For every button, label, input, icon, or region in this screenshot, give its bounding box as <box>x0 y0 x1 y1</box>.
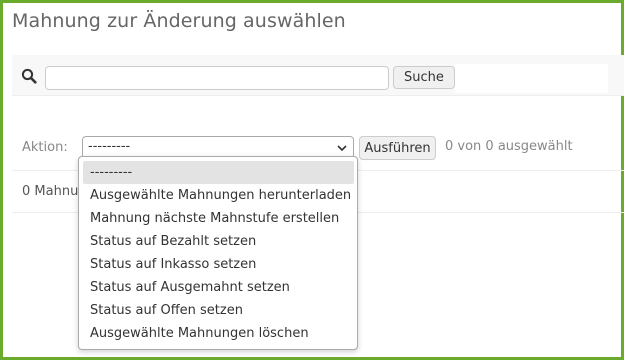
action-select-value: --------- <box>88 139 131 154</box>
action-label: Aktion: <box>22 140 68 155</box>
dropdown-option-delete[interactable]: Ausgewählte Mahnungen löschen <box>83 322 354 345</box>
search-icon <box>21 68 37 84</box>
search-toolbar: Suche <box>12 55 624 96</box>
dropdown-option-status-paid[interactable]: Status auf Bezahlt setzen <box>83 230 354 253</box>
search-input[interactable] <box>45 66 389 90</box>
toolbar-spacer <box>455 64 608 93</box>
page-title: Mahnung zur Änderung auswählen <box>12 10 346 32</box>
dropdown-option-next-level[interactable]: Mahnung nächste Mahnstufe erstellen <box>83 207 354 230</box>
dropdown-option-status-dunned[interactable]: Status auf Ausgemahnt setzen <box>83 276 354 299</box>
action-dropdown-list: --------- Ausgewählte Mahnungen herunter… <box>83 161 354 345</box>
dropdown-option-status-collection[interactable]: Status auf Inkasso setzen <box>83 253 354 276</box>
search-button[interactable]: Suche <box>393 66 455 89</box>
action-dropdown: --------- Ausgewählte Mahnungen herunter… <box>78 156 358 350</box>
search-bar: Suche <box>12 59 608 93</box>
dropdown-option-status-open[interactable]: Status auf Offen setzen <box>83 299 354 322</box>
dropdown-option-empty[interactable]: --------- <box>83 161 354 184</box>
dropdown-option-download[interactable]: Ausgewählte Mahnungen herunterladen <box>83 184 354 207</box>
run-action-button[interactable]: Ausführen <box>359 136 436 160</box>
chevron-down-icon <box>337 145 347 152</box>
selection-counter: 0 von 0 ausgewählt <box>445 139 573 154</box>
